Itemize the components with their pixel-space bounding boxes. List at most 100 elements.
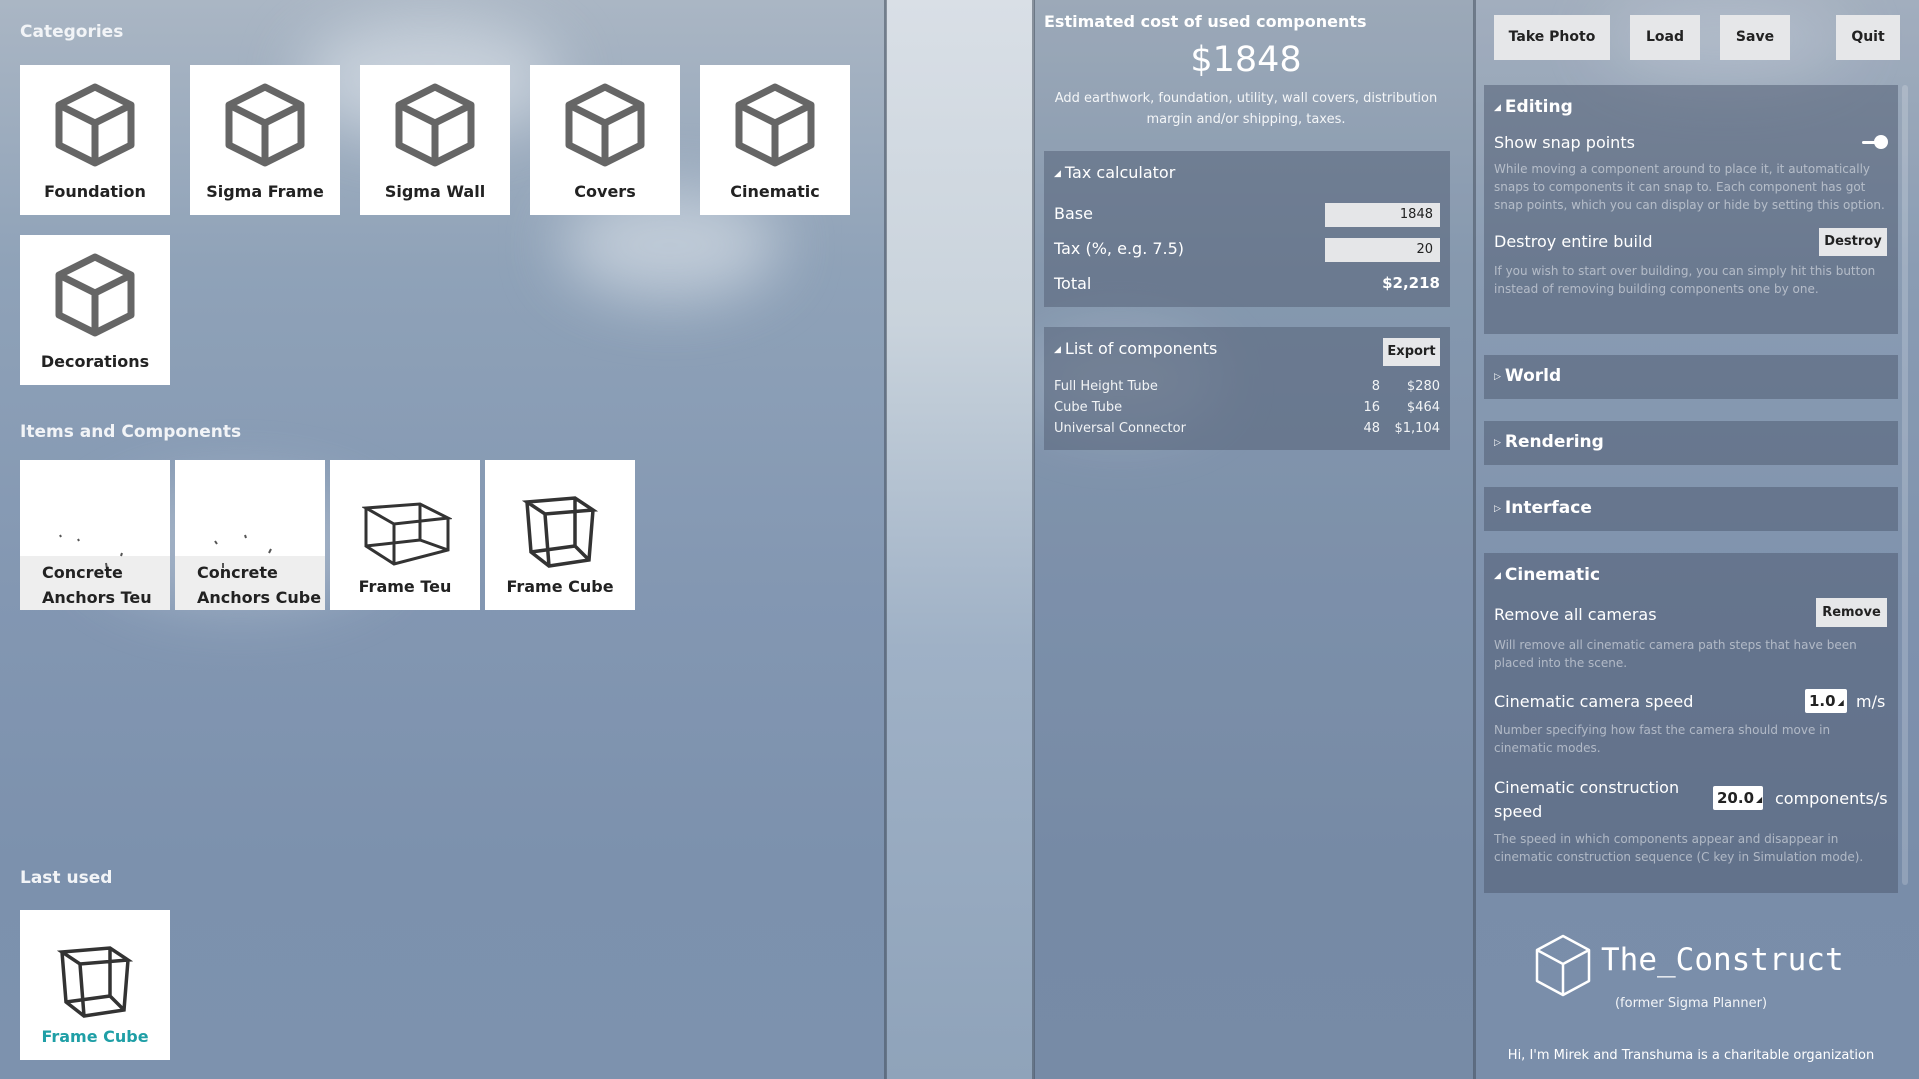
camera-speed-value: 1.0	[1809, 692, 1836, 710]
frame-cube-icon	[56, 946, 134, 1018]
brand-name: The_Construct	[1601, 942, 1844, 978]
base-label: Base	[1054, 204, 1093, 223]
construction-speed-value: 20.0	[1717, 789, 1755, 807]
category-sigma-frame[interactable]: Sigma Frame	[190, 65, 340, 215]
components-list-header[interactable]: ◢ List of components	[1054, 339, 1217, 358]
component-row: Full Height Tube 8 $280	[1054, 379, 1440, 399]
destroy-build-label: Destroy entire build	[1494, 232, 1653, 251]
construct-logo-icon	[1535, 934, 1591, 997]
last-used-label: Frame Cube	[41, 1027, 149, 1046]
estimate-note-line1: Add earthwork, foundation, utility, wall…	[1054, 91, 1438, 106]
construction-speed-unit: components/s	[1775, 789, 1888, 808]
item-concrete-anchors-teu[interactable]: Concrete Anchors Teu	[20, 460, 170, 610]
destroy-build-description: If you wish to start over building, you …	[1494, 264, 1876, 296]
cube-icon	[55, 83, 135, 167]
category-label: Sigma Wall	[384, 182, 486, 201]
editing-section: ◢ Editing Show snap points While moving a…	[1484, 85, 1898, 334]
item-label-line1: Concrete	[42, 563, 123, 582]
item-frame-cube[interactable]: Frame Cube	[485, 460, 635, 610]
editing-header[interactable]: ◢ Editing	[1494, 97, 1573, 117]
construction-speed-description: The speed in which components appear and…	[1494, 832, 1864, 864]
item-label-line1: Concrete	[197, 563, 278, 582]
component-qty: 48	[1363, 421, 1380, 436]
save-button[interactable]: Save	[1720, 15, 1790, 60]
destroy-button[interactable]: Destroy	[1819, 228, 1887, 256]
export-button[interactable]: Export	[1383, 338, 1440, 366]
category-label: Covers	[574, 182, 636, 201]
component-price: $280	[1406, 379, 1440, 394]
brand-footer: Hi, I'm Mirek and Transhuma is a charita…	[1507, 1048, 1875, 1063]
component-name: Cube Tube	[1054, 400, 1123, 415]
expanded-triangle-icon: ◢	[1494, 103, 1501, 113]
component-qty: 16	[1363, 400, 1380, 415]
frame-cube-icon	[521, 496, 599, 568]
tax-calculator-header[interactable]: ◢ Tax calculator	[1054, 163, 1175, 182]
construction-speed-label-line2: speed	[1494, 802, 1543, 821]
category-decorations[interactable]: Decorations	[20, 235, 170, 385]
camera-speed-unit: m/s	[1856, 692, 1886, 711]
category-label: Foundation	[44, 182, 146, 201]
snap-points-toggle[interactable]	[1862, 135, 1888, 149]
world-title: World	[1504, 366, 1562, 386]
cinematic-header[interactable]: ◢ Cinematic	[1494, 565, 1600, 585]
category-label: Sigma Frame	[206, 182, 324, 201]
component-price: $464	[1406, 400, 1440, 415]
snap-points-description: While moving a component around to place…	[1494, 162, 1885, 212]
expanded-triangle-icon: ◢	[1494, 571, 1501, 581]
settings-scrollbar[interactable]	[1902, 85, 1908, 885]
base-input[interactable]: 1848	[1325, 203, 1440, 227]
remove-cameras-description: Will remove all cinematic camera path st…	[1494, 638, 1857, 670]
component-name: Full Height Tube	[1054, 379, 1158, 394]
cube-icon	[55, 253, 135, 337]
component-price: $1,104	[1394, 421, 1441, 436]
category-cinematic[interactable]: Cinematic	[700, 65, 850, 215]
rendering-section[interactable]: ▷ Rendering	[1484, 421, 1898, 465]
load-button[interactable]: Load	[1630, 15, 1700, 60]
component-name: Universal Connector	[1054, 421, 1186, 436]
quit-button[interactable]: Quit	[1836, 15, 1900, 60]
cube-icon	[225, 83, 305, 167]
item-concrete-anchors-cube[interactable]: Concrete Anchors Cube	[175, 460, 325, 610]
spinner-icon: ◢	[1756, 795, 1763, 804]
construction-speed-input[interactable]: 20.0 ◢	[1713, 786, 1763, 810]
category-label: Cinematic	[730, 182, 820, 201]
total-value: $2,218	[1382, 274, 1440, 292]
camera-speed-input[interactable]: 1.0 ◢	[1805, 689, 1847, 713]
component-row: Cube Tube 16 $464	[1054, 400, 1440, 420]
cinematic-section: ◢ Cinematic Remove all cameras Remove Wil…	[1484, 553, 1898, 893]
category-sigma-wall[interactable]: Sigma Wall	[360, 65, 510, 215]
estimate-amount: $1848	[1190, 40, 1302, 80]
item-label: Frame Teu	[358, 577, 452, 596]
spinner-icon: ◢	[1837, 698, 1844, 707]
cube-icon	[395, 83, 475, 167]
collapsed-triangle-icon: ▷	[1494, 504, 1501, 514]
interface-section[interactable]: ▷ Interface	[1484, 487, 1898, 531]
categories-heading: Categories	[20, 22, 124, 42]
tax-calculator-title: Tax calculator	[1064, 163, 1176, 182]
item-label-line2: Anchors Cube	[197, 588, 322, 607]
construction-speed-label-line1: Cinematic construction	[1494, 778, 1680, 797]
world-section[interactable]: ▷ World	[1484, 355, 1898, 399]
category-foundation[interactable]: Foundation	[20, 65, 170, 215]
item-label-line2: Anchors Teu	[42, 588, 152, 607]
brand-subtitle: (former Sigma Planner)	[1614, 996, 1768, 1011]
collapsed-triangle-icon: ▷	[1494, 438, 1501, 448]
category-covers[interactable]: Covers	[530, 65, 680, 215]
item-label: Frame Cube	[506, 577, 614, 596]
item-frame-teu[interactable]: Frame Teu	[330, 460, 480, 610]
expanded-triangle-icon: ◢	[1054, 169, 1061, 179]
remove-cameras-label: Remove all cameras	[1494, 605, 1657, 624]
remove-cameras-button[interactable]: Remove	[1816, 598, 1887, 627]
component-qty: 8	[1371, 379, 1380, 394]
estimate-note: Add earthwork, foundation, utility, wall…	[1044, 88, 1448, 130]
components-list-title: List of components	[1064, 339, 1218, 358]
take-photo-button[interactable]: Take Photo	[1494, 15, 1610, 60]
editing-title: Editing	[1504, 97, 1573, 117]
tax-input[interactable]: 20	[1325, 238, 1440, 262]
components-list-panel: ◢ List of components Export Full Height T…	[1044, 327, 1450, 450]
total-label: Total	[1054, 274, 1092, 293]
last-used-frame-cube[interactable]: Frame Cube	[20, 910, 170, 1060]
estimate-title: Estimated cost of used components	[1044, 12, 1367, 31]
collapsed-triangle-icon: ▷	[1494, 372, 1501, 382]
category-label: Decorations	[40, 352, 150, 371]
